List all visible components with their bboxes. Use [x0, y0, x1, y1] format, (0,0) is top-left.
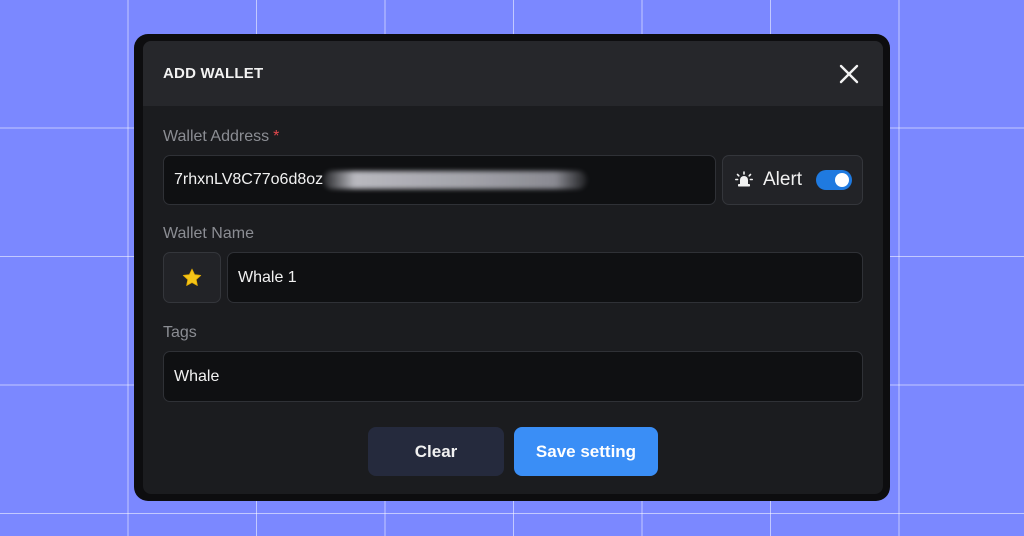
wallet-address-value: 7rhxnLV8C77o6d8oz [174, 171, 324, 188]
modal-title: ADD WALLET [163, 65, 264, 82]
wallet-name-label: Wallet Name [163, 225, 254, 242]
obscured-address-blur [323, 171, 588, 189]
wallet-address-input[interactable]: 7rhxnLV8C77o6d8oz [163, 155, 716, 205]
star-icon [182, 268, 202, 286]
modal-panel: ADD WALLET Wallet Address * 7rhxnLV8C77o6… [143, 41, 883, 494]
wallet-name-value: Whale 1 [238, 268, 297, 286]
tags-label: Tags [163, 324, 197, 341]
toggle-knob [835, 173, 849, 187]
siren-icon [735, 171, 753, 187]
alert-toggle[interactable] [816, 170, 852, 190]
close-button[interactable] [835, 60, 863, 88]
modal-body: Wallet Address * 7rhxnLV8C77o6d8oz Alert… [143, 106, 883, 476]
action-buttons: Clear Save setting [163, 427, 863, 476]
tags-input[interactable]: Whale [163, 351, 863, 402]
emoji-picker-button[interactable] [163, 252, 221, 303]
modal-header: ADD WALLET [143, 41, 883, 106]
alert-label: Alert [763, 169, 803, 190]
close-icon [839, 64, 859, 83]
required-marker: * [273, 128, 280, 145]
wallet-name-row: Whale 1 [163, 252, 863, 303]
wallet-address-row: 7rhxnLV8C77o6d8oz Alert [163, 155, 863, 205]
save-setting-button[interactable]: Save setting [514, 427, 658, 476]
tags-value: Whale [174, 367, 220, 385]
wallet-address-label-text: Wallet Address [163, 128, 270, 145]
clear-button[interactable]: Clear [368, 427, 504, 476]
alert-toggle-group: Alert [722, 155, 863, 205]
wallet-name-input[interactable]: Whale 1 [227, 252, 863, 303]
wallet-address-label: Wallet Address * [163, 128, 863, 146]
add-wallet-modal: ADD WALLET Wallet Address * 7rhxnLV8C77o6… [134, 34, 890, 501]
